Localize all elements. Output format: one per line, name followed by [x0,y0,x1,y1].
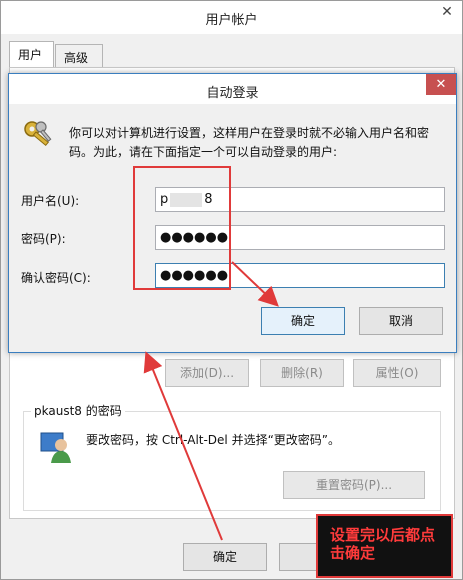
arrow-to-dialog-ok [231,261,279,307]
annotation-note-text: 设置完以后都点击确定 [330,526,436,562]
arrow-to-outer-dialog [143,351,223,541]
annotation-arrows [143,261,279,541]
annotation-note-box: 设置完以后都点击确定 [316,514,453,578]
